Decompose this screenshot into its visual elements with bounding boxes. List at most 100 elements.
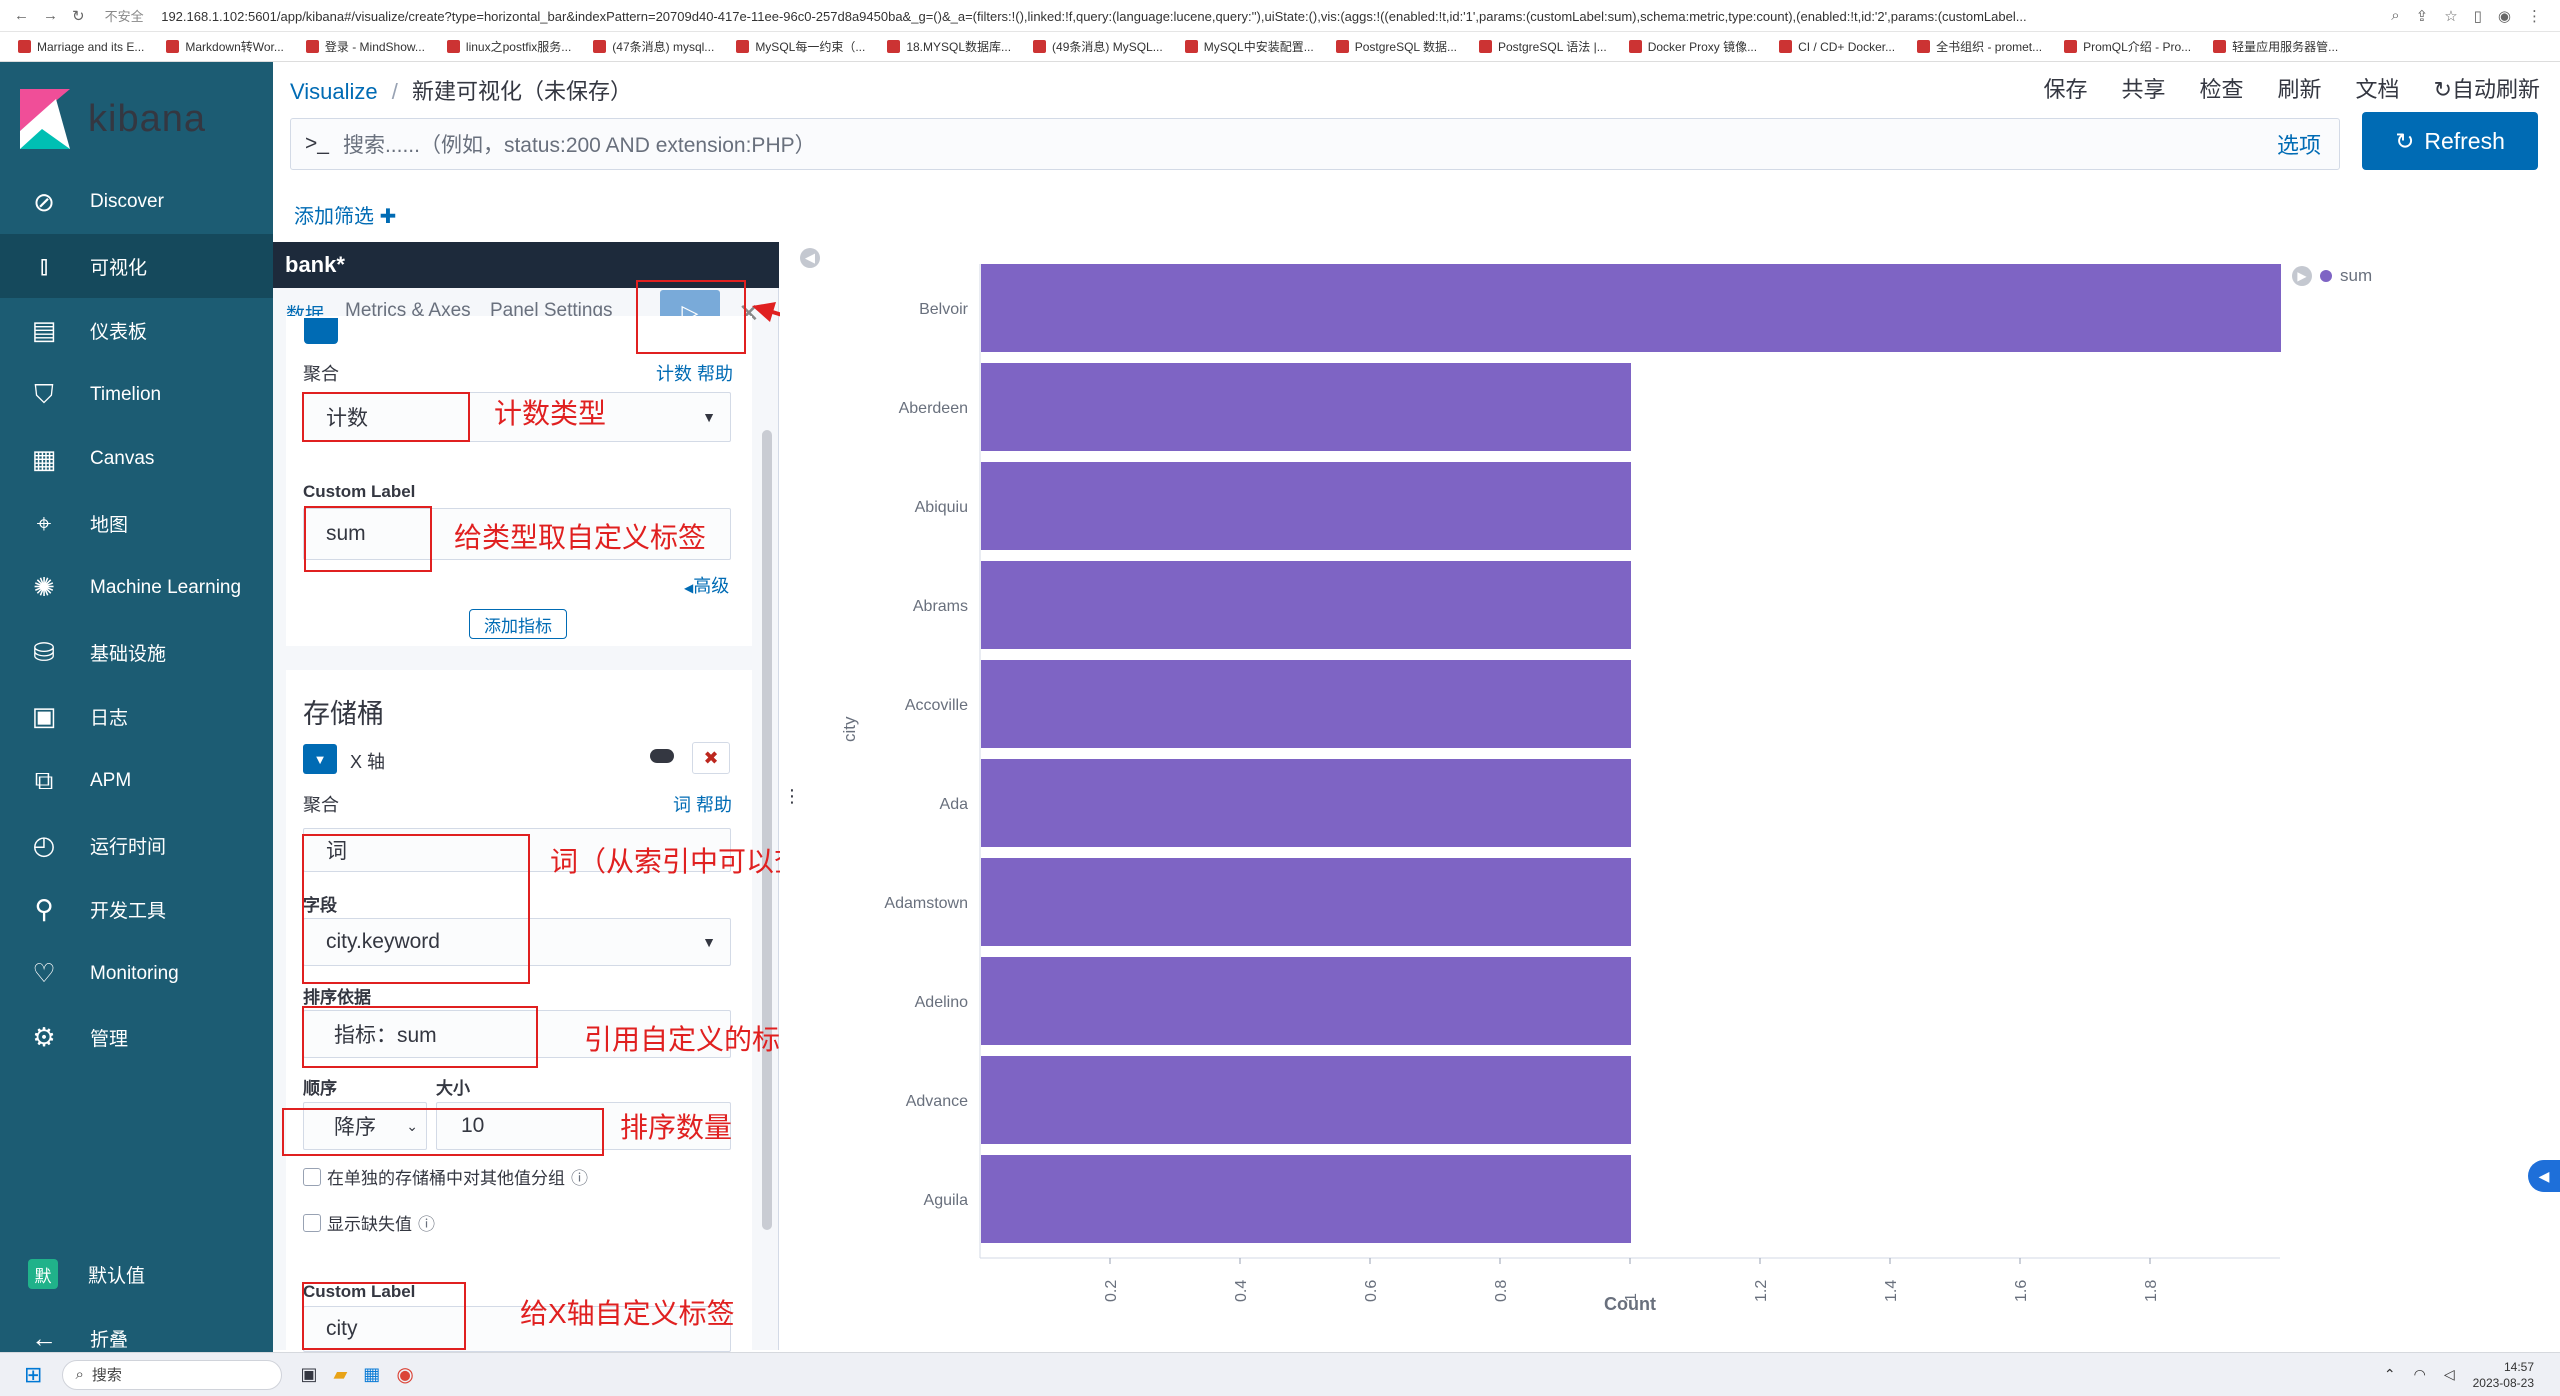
- show-missing-checkbox[interactable]: 显示缺失值 ⓘ: [303, 1210, 435, 1235]
- bookmark-item[interactable]: 18.MYSQL数据库...: [887, 38, 1011, 55]
- bucket-agg-help[interactable]: 词 帮助: [673, 791, 732, 817]
- bar[interactable]: [981, 660, 1631, 748]
- bookmark-item[interactable]: MySQL中安装配置...: [1184, 38, 1314, 55]
- bookmark-item[interactable]: CI / CD+ Docker...: [1779, 40, 1895, 54]
- zoom-icon[interactable]: ⌕: [2391, 7, 2399, 25]
- sidebar-item-dashboard[interactable]: ▤ 仪表板: [0, 299, 273, 363]
- menu-auto-refresh[interactable]: ↻自动刷新: [2434, 72, 2540, 104]
- sidebar-item-uptime[interactable]: ◴ 运行时间: [0, 813, 273, 877]
- caret-left-icon: ◀: [684, 581, 694, 595]
- menu-share[interactable]: 共享: [2121, 72, 2165, 104]
- refresh-icon: ↻: [2395, 127, 2415, 154]
- bucket-order-select[interactable]: 降序 ⌄: [303, 1102, 427, 1150]
- sidebar-item-label: 可视化: [90, 257, 148, 279]
- editor-scrollbar[interactable]: [762, 430, 772, 1230]
- bar[interactable]: [981, 1056, 1631, 1144]
- sidebar-item-default-space[interactable]: 默 默认值: [0, 1242, 273, 1306]
- bookmark-item[interactable]: MySQL每一约束（...: [736, 38, 865, 55]
- search-options-link[interactable]: 选项: [2277, 128, 2321, 160]
- bookmark-item[interactable]: PromQL介绍 - Pro...: [2064, 38, 2191, 55]
- sidebar-item-canvas[interactable]: ▦ Canvas: [0, 427, 273, 491]
- refresh-button[interactable]: ↻ Refresh: [2362, 112, 2538, 170]
- bookmark-item[interactable]: PostgreSQL 数据...: [1335, 38, 1457, 55]
- back-icon[interactable]: ←: [14, 7, 29, 25]
- sidebar-item-infrastructure[interactable]: ⛁ 基础设施: [0, 620, 273, 684]
- search-input[interactable]: >_ 搜索......（例如，status:200 AND extension:…: [290, 118, 2340, 170]
- app-icon[interactable]: ▦: [363, 1364, 380, 1385]
- bookmark-item[interactable]: linux之postfix服务...: [446, 38, 571, 55]
- bookmark-item[interactable]: 登录 - MindShow...: [305, 38, 425, 55]
- sidebar-item-apm[interactable]: ⧉ APM: [0, 749, 273, 813]
- browser-address-bar[interactable]: ← → ↻ 不安全 192.168.1.102:5601/app/kibana#…: [0, 0, 2560, 32]
- menu-inspect[interactable]: 检查: [2200, 72, 2244, 104]
- file-explorer-icon[interactable]: ▰: [333, 1364, 347, 1385]
- menu-refresh[interactable]: 刷新: [2278, 72, 2322, 104]
- bar[interactable]: [981, 759, 1631, 847]
- clock[interactable]: 14:57 2023-08-23: [2473, 1359, 2534, 1391]
- sidebar-item-timelion[interactable]: ⛉ Timelion: [0, 363, 273, 427]
- split-icon[interactable]: ▯: [2474, 7, 2482, 25]
- metric-agg-help[interactable]: 计数 帮助: [656, 360, 733, 386]
- sidebar-item-map[interactable]: ⌖ 地图: [0, 492, 273, 556]
- taskbar-search[interactable]: ⌕ 搜索: [62, 1359, 283, 1390]
- bar[interactable]: [981, 957, 1631, 1045]
- sidebar-item-devtools[interactable]: ⚲ 开发工具: [0, 877, 273, 941]
- profile-icon[interactable]: ◉: [2498, 7, 2511, 25]
- bucket-collapse-toggle[interactable]: ▼: [303, 744, 337, 774]
- bookmark-label: (49条消息) MySQL...: [1052, 40, 1163, 54]
- wifi-icon[interactable]: ◠: [2414, 1366, 2426, 1383]
- bar[interactable]: [981, 1155, 1631, 1243]
- windows-start-icon[interactable]: ⊞: [24, 1362, 42, 1388]
- sidebar-item-gear[interactable]: ⚙ 管理: [0, 1006, 273, 1070]
- x-tick-label: 0.4: [1233, 1280, 1250, 1302]
- menu-icon[interactable]: ⋮: [2527, 7, 2542, 25]
- bar[interactable]: [981, 363, 1631, 451]
- bookmark-item[interactable]: 全书组织 - promet...: [1917, 38, 2042, 55]
- url-field[interactable]: 不安全 192.168.1.102:5601/app/kibana#/visua…: [105, 6, 2392, 25]
- bookmark-item[interactable]: 轻量应用服务器管...: [2213, 38, 2338, 55]
- share-icon[interactable]: ⇪: [2416, 7, 2429, 25]
- sidebar-item-logs[interactable]: ▣ 日志: [0, 684, 273, 748]
- bar[interactable]: [981, 462, 1631, 550]
- bar[interactable]: [981, 561, 1631, 649]
- kibana-logo[interactable]: kibana: [0, 62, 273, 176]
- panel-resize-handle-icon[interactable]: ⋮: [783, 786, 801, 807]
- breadcrumb-visualize[interactable]: Visualize: [290, 79, 378, 104]
- star-icon[interactable]: ☆: [2444, 7, 2457, 25]
- bookmark-item[interactable]: (49条消息) MySQL...: [1033, 38, 1163, 55]
- bar[interactable]: [981, 858, 1631, 946]
- bucket-field-select[interactable]: city.keyword ▼: [303, 918, 731, 966]
- bucket-size-value: 10: [461, 1114, 485, 1137]
- bar[interactable]: [981, 264, 2281, 352]
- sidebar-item-compass[interactable]: ⊘ Discover: [0, 170, 273, 234]
- bucket-enable-toggle[interactable]: [650, 749, 674, 763]
- bookmark-item[interactable]: Markdown转Wor...: [166, 38, 284, 55]
- bookmark-item[interactable]: Docker Proxy 镜像...: [1628, 38, 1757, 55]
- chrome-icon[interactable]: ◉: [396, 1362, 413, 1387]
- bucket-remove-button[interactable]: ✖: [692, 742, 730, 774]
- volume-icon[interactable]: ◁: [2444, 1366, 2455, 1383]
- bookmark-item[interactable]: Marriage and its E...: [18, 40, 144, 54]
- bookmark-item[interactable]: PostgreSQL 语法 |...: [1479, 38, 1607, 55]
- advanced-toggle[interactable]: ◀高级: [684, 572, 729, 598]
- add-filter-link[interactable]: 添加筛选 ✚: [294, 200, 396, 229]
- checkbox-box: [303, 1167, 321, 1186]
- forward-icon[interactable]: →: [43, 7, 58, 25]
- x-tick-label: 0.2: [1103, 1280, 1120, 1302]
- menu-save[interactable]: 保存: [2043, 72, 2087, 104]
- sidebar-item-visualize[interactable]: ⫾ 可视化: [0, 234, 273, 299]
- add-metric-button[interactable]: 添加指标: [469, 609, 567, 639]
- x-tick-label: 0.8: [1493, 1280, 1510, 1302]
- x-tick-label: 1.4: [1883, 1280, 1900, 1302]
- menu-docs[interactable]: 文档: [2356, 72, 2400, 104]
- bookmark-favicon-icon: [2064, 40, 2078, 53]
- reload-icon[interactable]: ↻: [72, 7, 85, 25]
- metric-toggle[interactable]: [304, 318, 338, 344]
- side-expand-icon[interactable]: ◀: [2528, 1160, 2560, 1192]
- sidebar-item-ml[interactable]: ✺ Machine Learning: [0, 556, 273, 620]
- sidebar-item-monitoring[interactable]: ♡ Monitoring: [0, 942, 273, 1006]
- bookmark-item[interactable]: (47条消息) mysql...: [593, 38, 714, 55]
- tray-chevron-icon[interactable]: ⌃: [2384, 1366, 2396, 1383]
- group-other-checkbox[interactable]: 在单独的存储桶中对其他值分组 ⓘ: [303, 1164, 588, 1189]
- task-view-icon[interactable]: ▣: [300, 1364, 317, 1385]
